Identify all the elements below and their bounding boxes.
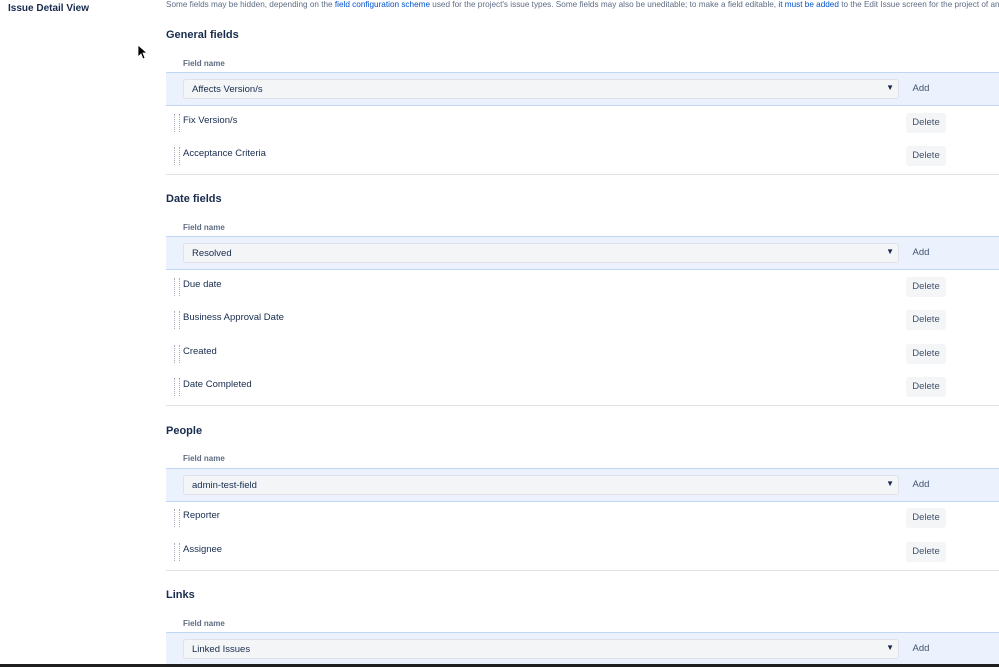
section-general-fields: General fields Field name Affects Versio… (166, 27, 999, 175)
section-divider (166, 570, 999, 571)
field-select[interactable]: Resolved ▼ (183, 243, 899, 263)
field-name-header: Field name (183, 619, 225, 628)
delete-button[interactable]: Delete (906, 310, 946, 330)
field-label: Created (183, 346, 217, 357)
field-row: Fix Version/s Delete (166, 107, 999, 141)
section-divider (166, 405, 999, 406)
delete-button[interactable]: Delete (906, 508, 946, 528)
section-date-fields: Date fields Field name Resolved ▼ Add Du… (166, 191, 999, 406)
add-button[interactable]: Add (906, 79, 936, 99)
section-title: Links (166, 589, 195, 601)
field-configuration-scheme-link[interactable]: field configuration scheme (335, 0, 430, 9)
field-label: Fix Version/s (183, 115, 238, 126)
field-label: Date Completed (183, 379, 252, 390)
add-button[interactable]: Add (906, 639, 936, 659)
drag-handle-icon[interactable] (174, 311, 180, 329)
field-select-value: Affects Version/s (192, 84, 263, 95)
add-field-row: admin-test-field ▼ Add (166, 468, 999, 502)
drag-handle-icon[interactable] (174, 114, 180, 132)
field-select-value: Resolved (192, 248, 232, 259)
info-text: Some fields may be hidden, depending on … (166, 0, 999, 9)
field-row: Created Delete (166, 338, 999, 372)
field-name-header: Field name (183, 454, 225, 463)
field-row: Due date Delete (166, 271, 999, 305)
delete-button[interactable]: Delete (906, 542, 946, 562)
drag-handle-icon[interactable] (174, 543, 180, 561)
field-row: Acceptance Criteria Delete (166, 140, 999, 174)
caret-down-icon: ▼ (886, 247, 894, 256)
field-label: Due date (183, 279, 222, 290)
delete-button[interactable]: Delete (906, 377, 946, 397)
caret-down-icon: ▼ (886, 479, 894, 488)
field-row: Assignee Delete (166, 536, 999, 570)
add-field-row: Resolved ▼ Add (166, 236, 999, 270)
delete-button[interactable]: Delete (906, 277, 946, 297)
delete-button[interactable]: Delete (906, 146, 946, 166)
caret-down-icon: ▼ (886, 83, 894, 92)
section-title: Date fields (166, 193, 222, 205)
drag-handle-icon[interactable] (174, 147, 180, 165)
delete-button[interactable]: Delete (906, 344, 946, 364)
caret-down-icon: ▼ (886, 643, 894, 652)
section-title: People (166, 425, 203, 437)
field-row: Business Approval Date Delete (166, 304, 999, 338)
add-field-row: Affects Version/s ▼ Add (166, 72, 999, 106)
drag-handle-icon[interactable] (174, 378, 180, 396)
section-divider (166, 174, 999, 175)
page-title: Issue Detail View (8, 3, 89, 14)
mouse-cursor-icon (137, 44, 147, 60)
field-label: Business Approval Date (183, 312, 284, 323)
field-select-value: Linked Issues (192, 644, 251, 655)
field-name-header: Field name (183, 59, 225, 68)
field-select-value: admin-test-field (192, 480, 257, 491)
field-select[interactable]: Affects Version/s ▼ (183, 79, 899, 99)
field-row: Date Completed Delete (166, 371, 999, 405)
field-select[interactable]: admin-test-field ▼ (183, 475, 899, 495)
add-field-row: Linked Issues ▼ Add (166, 632, 999, 666)
must-be-added-link[interactable]: it must be added (778, 0, 839, 9)
section-people: People Field name admin-test-field ▼ Add… (166, 423, 999, 571)
drag-handle-icon[interactable] (174, 345, 180, 363)
field-select[interactable]: Linked Issues ▼ (183, 639, 899, 659)
field-label: Assignee (183, 544, 223, 555)
add-button[interactable]: Add (906, 475, 936, 495)
field-name-header: Field name (183, 223, 225, 232)
section-links: Links Field name Linked Issues ▼ Add (166, 587, 999, 666)
drag-handle-icon[interactable] (174, 509, 180, 527)
add-button[interactable]: Add (906, 243, 936, 263)
section-title: General fields (166, 29, 239, 41)
field-row: Reporter Delete (166, 502, 999, 536)
delete-button[interactable]: Delete (906, 113, 946, 133)
field-label: Acceptance Criteria (183, 148, 266, 159)
drag-handle-icon[interactable] (174, 278, 180, 296)
field-label: Reporter (183, 510, 220, 521)
